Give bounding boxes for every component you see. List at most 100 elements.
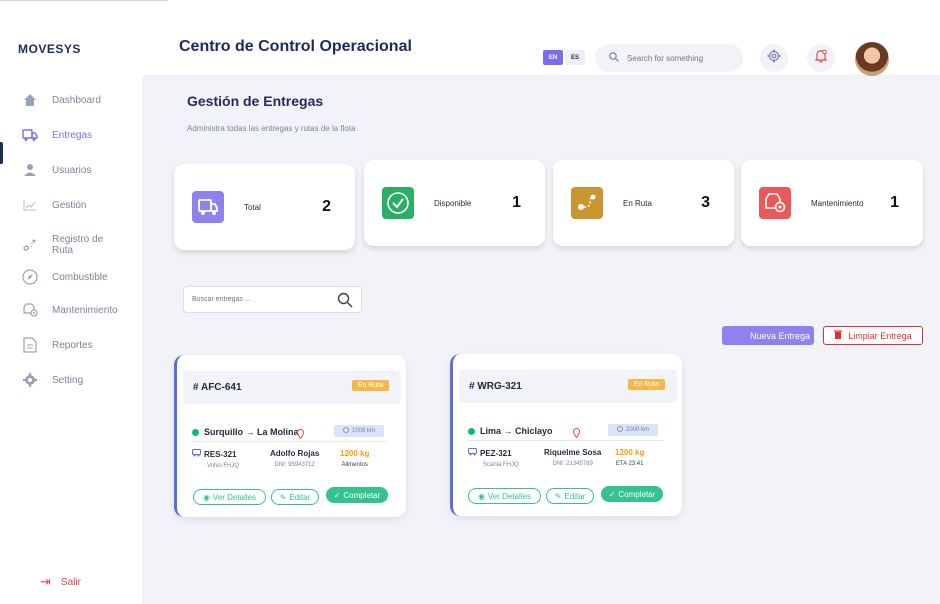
complete-button[interactable]: ✓ Completar <box>326 487 388 503</box>
compass-icon <box>22 269 38 285</box>
status-badge: En Ruta <box>351 380 389 391</box>
view-details-button[interactable]: ◉ Ver Detalles <box>193 489 266 505</box>
eye-icon: ◉ <box>477 491 485 501</box>
sidebar-item-setting[interactable]: Setting <box>22 372 83 388</box>
sidebar-item-usuarios[interactable]: Usuarios <box>22 162 91 178</box>
stat-card-total: Total 2 <box>174 164 355 250</box>
status-dot-icon <box>468 427 475 435</box>
notifications-button[interactable] <box>807 44 835 72</box>
sidebar-item-mantenimiento[interactable]: Mantenimiento <box>22 302 118 318</box>
chart-line-icon <box>22 197 38 213</box>
edit-label: Editar <box>289 492 311 502</box>
stat-value: 1 <box>512 194 521 211</box>
pencil-icon: ✎ <box>554 491 562 501</box>
settings-button[interactable] <box>760 44 788 72</box>
stat-label: En Ruta <box>623 198 652 208</box>
brand-logo: MOVESYS <box>18 42 81 56</box>
logout-label: Salir <box>60 576 81 588</box>
lang-en-button[interactable]: EN <box>543 50 563 65</box>
sidebar-item-label: Usuarios <box>52 164 92 176</box>
vehicle-model: Scania FHJQ <box>483 462 519 468</box>
gear-icon <box>22 372 38 388</box>
check-icon: ✓ <box>608 489 616 499</box>
driver-dni: DNI: 21345789 <box>552 461 593 467</box>
language-switcher: EN ES <box>543 50 585 65</box>
search-input[interactable] <box>627 53 737 63</box>
route-text: Lima → Chiclayo <box>480 426 553 436</box>
sidebar: MOVESYS Dashboard Entregas Usuarios Gest… <box>0 18 142 604</box>
check-icon <box>382 187 414 219</box>
stat-label: Disponible <box>434 198 472 208</box>
driver-info: Riquelme Sosa DNI: 21345789 <box>544 448 601 467</box>
sidebar-item-label: Mantenimiento <box>52 304 118 316</box>
route-icon <box>571 187 603 219</box>
cargo-weight: 1200 kg <box>340 449 370 458</box>
edit-button[interactable]: ✎ Editar <box>546 488 594 504</box>
delivery-route: Lima → Chiclayo <box>468 426 553 436</box>
user-icon <box>22 162 38 178</box>
sidebar-item-combustible[interactable]: Combustible <box>22 269 108 285</box>
sidebar-item-dashboard[interactable]: Dashboard <box>22 92 101 108</box>
search-icon[interactable] <box>337 292 353 313</box>
car-maintenance-icon <box>759 187 791 219</box>
stat-value: 3 <box>701 194 710 211</box>
driver-name: Riquelme Sosa <box>544 448 602 457</box>
status-dot-icon <box>192 428 199 436</box>
vehicle-info: RES-321 Volvo FHJQ <box>192 449 239 469</box>
truck-icon <box>22 127 38 143</box>
complete-label: Completar <box>343 490 381 500</box>
stat-value: 1 <box>890 194 899 211</box>
delivery-id: # AFC-641 <box>193 382 242 393</box>
route-icon <box>22 237 38 253</box>
driver-dni: DNI: 95943712 <box>274 462 315 468</box>
distance-value: 2000 km <box>625 427 649 433</box>
route-text: Surquillo → La Molina <box>204 427 299 437</box>
active-indicator <box>0 142 3 164</box>
sidebar-item-reportes[interactable]: Reportes <box>22 337 93 353</box>
lang-es-button[interactable]: ES <box>565 50 585 65</box>
view-details-button[interactable]: ◉ Ver Detalles <box>468 488 541 504</box>
view-details-label: Ver Detalles <box>212 492 257 502</box>
cargo-info: 1200 kg ETA 23:41 <box>615 448 644 467</box>
truck-icon <box>192 191 224 223</box>
sidebar-item-label: Combustible <box>52 271 108 283</box>
logout-button[interactable]: ⇥ Salir <box>40 574 81 590</box>
vehicle-model: Volvo FHJQ <box>207 463 240 469</box>
distance-badge: 1009 km <box>334 425 384 437</box>
sidebar-item-label: Setting <box>52 374 84 386</box>
sidebar-item-entregas[interactable]: Entregas <box>22 127 92 143</box>
clear-delivery-button[interactable]: Limpiar Entrega <box>823 326 923 345</box>
sidebar-item-label: Reportes <box>52 339 93 351</box>
document-icon <box>22 337 38 353</box>
settings-icon <box>767 49 781 68</box>
driver-name: Adolfo Rojas <box>270 449 320 458</box>
edit-button[interactable]: ✎ Editar <box>271 489 319 505</box>
top-divider <box>0 0 168 1</box>
cargo-weight: 1200 kg <box>615 448 645 457</box>
divider <box>468 440 663 441</box>
distance-value: 1009 km <box>351 428 375 434</box>
sidebar-item-registro-ruta[interactable]: Registro de Ruta <box>22 234 112 256</box>
cargo-info: 1200 kg Alimentos <box>340 449 369 468</box>
divider <box>192 441 387 442</box>
status-badge: En Ruta <box>627 379 665 390</box>
sidebar-item-label: Gestión <box>52 199 87 211</box>
user-avatar[interactable] <box>855 42 889 76</box>
sidebar-item-gestion[interactable]: Gestión <box>22 197 86 213</box>
new-delivery-button[interactable]: Nueva Entrega <box>722 326 814 345</box>
delivery-search-input[interactable] <box>192 296 332 303</box>
eye-icon: ◉ <box>202 492 210 502</box>
cargo-eta: ETA 23:41 <box>615 461 644 467</box>
sidebar-item-label: Entregas <box>52 129 93 141</box>
search-icon <box>609 49 619 67</box>
complete-button[interactable]: ✓ Completar <box>601 486 663 502</box>
compass-icon <box>343 427 349 435</box>
vehicle-plate: RES-321 <box>204 449 237 459</box>
main-content: Gestión de Entregas Administra todas las… <box>142 76 940 604</box>
sidebar-item-label: Registro de Ruta <box>52 234 104 256</box>
stat-label: Mantenimiento <box>811 198 864 208</box>
home-icon <box>22 92 38 108</box>
delivery-route: Surquillo → La Molina <box>192 427 299 437</box>
global-search <box>595 44 743 72</box>
trash-icon <box>834 330 843 341</box>
